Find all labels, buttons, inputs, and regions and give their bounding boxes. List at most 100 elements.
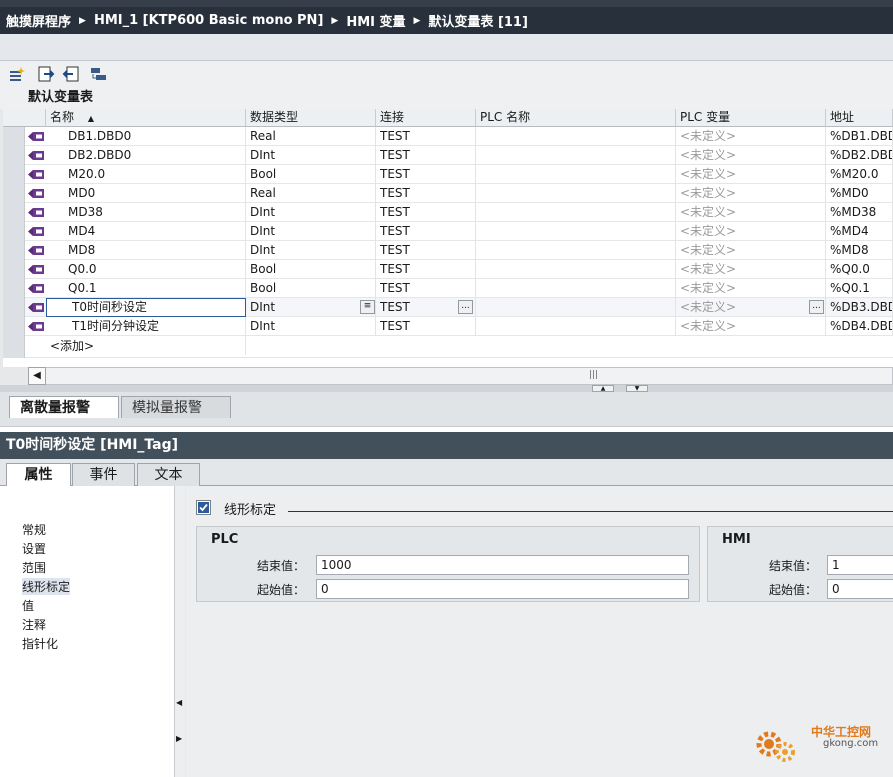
plc-start-value-input[interactable]: 0 xyxy=(316,579,689,599)
add-row[interactable]: <添加> xyxy=(3,336,893,358)
row-header[interactable] xyxy=(3,146,25,165)
cell-plc-name[interactable] xyxy=(476,279,676,298)
cell-name[interactable]: T1时间分钟设定 xyxy=(46,317,246,336)
breadcrumb-item-hmi-tags[interactable]: HMI 变量 xyxy=(346,11,405,30)
cell-plc-name[interactable] xyxy=(476,165,676,184)
tab-texts[interactable]: 文本 xyxy=(137,463,200,486)
cell-datatype[interactable]: DInt xyxy=(246,241,376,260)
cell-datatype[interactable]: DInt xyxy=(246,203,376,222)
row-header[interactable] xyxy=(3,127,25,146)
column-header-address[interactable]: 地址 xyxy=(826,109,893,127)
nav-item-general[interactable]: 常规 xyxy=(22,521,46,538)
scroll-grip-icon[interactable]: ||| xyxy=(589,370,598,380)
cell-address[interactable]: %DB2.DBD0 xyxy=(826,146,893,165)
table-row[interactable]: MD8 DInt TEST <未定义> %MD8 xyxy=(3,241,893,260)
collapse-down-icon[interactable]: ▼ xyxy=(626,385,648,392)
collapse-up-icon[interactable]: ▲ xyxy=(592,385,614,392)
cell-name[interactable]: MD4 xyxy=(46,222,246,241)
cell-plc-name[interactable] xyxy=(476,184,676,203)
table-row[interactable]: DB2.DBD0DIntTEST <未定义>%DB2.DBD0 xyxy=(3,146,893,165)
breadcrumb-item-device[interactable]: HMI_1 [KTP600 Basic mono PN] xyxy=(94,13,323,28)
hmi-start-value-input[interactable]: 0 xyxy=(827,579,893,599)
tab-events[interactable]: 事件 xyxy=(72,463,135,486)
column-header-plc-tag[interactable]: PLC 变量 xyxy=(676,109,826,127)
cell-connection[interactable]: TEST xyxy=(376,184,476,203)
table-row[interactable]: MD38 DInt TEST <未定义> %MD38 xyxy=(3,203,893,222)
cell-connection[interactable]: TEST xyxy=(376,127,476,146)
tab-discrete-alarms[interactable]: 离散量报警 xyxy=(9,396,119,418)
cell-datatype[interactable]: Bool xyxy=(246,260,376,279)
monitor-tags-icon[interactable] xyxy=(90,66,107,82)
cell-connection[interactable]: TEST xyxy=(376,260,476,279)
nav-scrollbar[interactable]: ◀ ▶ xyxy=(174,486,185,777)
cell-datatype[interactable]: Bool xyxy=(246,279,376,298)
nav-item-pointer[interactable]: 指针化 xyxy=(22,635,58,652)
breadcrumb-item-project[interactable]: 触摸屏程序 xyxy=(6,11,71,30)
cell-connection[interactable]: TEST xyxy=(376,279,476,298)
browse-button[interactable]: ... xyxy=(809,300,824,314)
cell-address[interactable]: %DB1.DBD0 xyxy=(826,127,893,146)
cell-plc-tag[interactable]: <未定义> xyxy=(676,260,826,279)
add-tag-icon[interactable] xyxy=(9,66,26,82)
tab-properties[interactable]: 属性 xyxy=(6,463,71,487)
cell-plc-name[interactable] xyxy=(476,127,676,146)
table-row[interactable]: M20.0 Bool TEST <未定义> %M20.0 xyxy=(3,165,893,184)
table-row[interactable]: MD0 Real TEST <未定义> %MD0 xyxy=(3,184,893,203)
splitter[interactable]: ▲ ▼ xyxy=(0,385,893,392)
row-header[interactable] xyxy=(3,260,25,279)
nav-item-comment[interactable]: 注释 xyxy=(22,616,46,633)
cell-address[interactable]: %MD0 xyxy=(826,184,893,203)
cell-plc-tag[interactable]: <未定义> xyxy=(676,146,826,165)
cell-plc-tag[interactable]: <未定义> xyxy=(676,298,826,317)
cell-plc-tag[interactable]: <未定义> xyxy=(676,127,826,146)
cell-plc-tag[interactable]: <未定义> xyxy=(676,317,826,336)
cell-plc-name[interactable] xyxy=(476,298,676,317)
cell-datatype[interactable]: DInt xyxy=(246,146,376,165)
nav-item-range[interactable]: 范围 xyxy=(22,559,46,576)
cell-plc-name[interactable] xyxy=(476,203,676,222)
cell-address[interactable]: %DB3.DBD4 xyxy=(826,298,893,317)
cell-datatype[interactable]: DInt xyxy=(246,317,376,336)
scroll-left-button[interactable]: ◀ xyxy=(28,367,46,385)
column-header-plc-name[interactable]: PLC 名称 xyxy=(476,109,676,127)
cell-connection[interactable]: TEST xyxy=(376,222,476,241)
arrow-left-icon[interactable]: ◀ xyxy=(176,698,182,707)
column-header-connection[interactable]: 连接 xyxy=(376,109,476,127)
cell-address[interactable]: %MD4 xyxy=(826,222,893,241)
cell-datatype[interactable]: DInt xyxy=(246,222,376,241)
cell-address[interactable]: %Q0.1 xyxy=(826,279,893,298)
cell-address[interactable]: %MD38 xyxy=(826,203,893,222)
cell-connection[interactable]: TEST xyxy=(376,317,476,336)
export-icon[interactable] xyxy=(38,66,55,82)
import-icon[interactable] xyxy=(62,66,79,82)
cell-datatype[interactable]: Real xyxy=(246,127,376,146)
cell-connection[interactable]: TEST xyxy=(376,203,476,222)
cell-datatype[interactable]: Bool xyxy=(246,165,376,184)
row-header[interactable] xyxy=(3,222,25,241)
browse-button[interactable]: ... xyxy=(458,300,473,314)
column-header-name[interactable]: 名称 ▲ xyxy=(46,109,246,127)
cell-name[interactable]: Q0.1 xyxy=(46,279,246,298)
cell-name[interactable]: MD38 xyxy=(46,203,246,222)
table-row[interactable]: MD4 DInt TEST <未定义> %MD4 xyxy=(3,222,893,241)
cell-datatype[interactable]: Real xyxy=(246,184,376,203)
column-header-datatype[interactable]: 数据类型 xyxy=(246,109,376,127)
table-row[interactable]: Q0.0 Bool TEST <未定义> %Q0.0 xyxy=(3,260,893,279)
cell-plc-tag[interactable]: <未定义> xyxy=(676,241,826,260)
cell-connection[interactable]: TEST xyxy=(376,165,476,184)
cell-address[interactable]: %DB4.DBD4 xyxy=(826,317,893,336)
row-header[interactable] xyxy=(3,298,25,317)
cell-plc-name[interactable] xyxy=(476,241,676,260)
row-header[interactable] xyxy=(3,317,25,336)
cell-plc-name[interactable] xyxy=(476,317,676,336)
sort-ascending-icon[interactable]: ▲ xyxy=(88,114,94,123)
cell-address[interactable]: %Q0.0 xyxy=(826,260,893,279)
cell-name[interactable]: MD8 xyxy=(46,241,246,260)
arrow-right-icon[interactable]: ▶ xyxy=(176,734,182,743)
table-row[interactable]: DB1.DBD0RealTEST <未定义>%DB1.DBD0 xyxy=(3,127,893,146)
cell-plc-tag[interactable]: <未定义> xyxy=(676,184,826,203)
cell-name[interactable]: DB1.DBD0 xyxy=(46,127,246,146)
nav-item-values[interactable]: 值 xyxy=(22,597,34,614)
add-tag-cell[interactable]: <添加> xyxy=(46,336,246,355)
row-header[interactable] xyxy=(3,241,25,260)
